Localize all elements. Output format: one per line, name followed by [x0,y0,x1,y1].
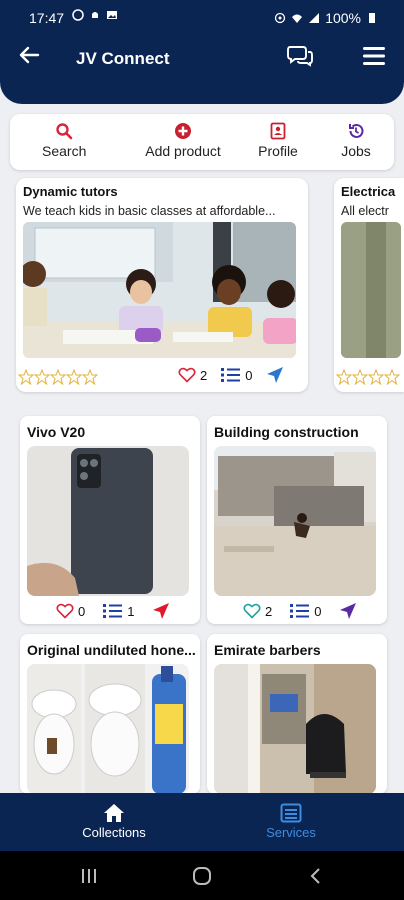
star-icon[interactable] [352,369,368,385]
send-icon[interactable] [266,366,284,384]
product-card[interactable]: Building construction 2 0 [207,416,387,624]
notification-icon [92,12,98,18]
app-bar: JV Connect [0,38,404,80]
featured-card-image [341,222,401,358]
heart-icon[interactable] [56,603,74,619]
nav-collections[interactable]: Collections [59,803,169,840]
toilet-cleaner-photo [27,664,189,794]
product-card[interactable]: Original undiluted hone... [20,634,200,794]
image-icon [107,11,117,19]
whatsapp-icon [72,9,84,21]
search-action-label: Search [42,143,87,159]
notification-icons [72,9,118,21]
featured-card-description: All electr [341,204,389,218]
star-icon[interactable] [82,369,98,385]
star-rating[interactable] [18,369,98,385]
jobs-action[interactable]: Jobs [328,122,384,159]
product-card-title: Emirate barbers [214,642,321,658]
app-title: JV Connect [76,49,170,68]
bottom-navigation: Collections Services [0,793,404,851]
product-card-image [214,664,376,794]
featured-card-metrics: 2 0 [178,366,284,384]
profile-action-label: Profile [258,143,298,159]
product-card[interactable]: Emirate barbers [207,634,387,794]
comments-list-icon[interactable] [103,603,123,619]
featured-card[interactable]: Electrica All electr [334,178,404,392]
send-icon[interactable] [152,602,170,620]
star-icon[interactable] [336,369,352,385]
product-card[interactable]: Vivo V20 0 1 [20,416,200,624]
classroom-photo [23,222,296,358]
chat-icon[interactable] [286,44,314,68]
jobs-action-label: Jobs [341,143,371,159]
construction-photo [214,446,376,596]
star-rating[interactable] [336,369,400,385]
list-icon [280,803,302,823]
status-bar: 17:47 100% [0,0,404,34]
star-icon[interactable] [34,369,50,385]
back-arrow-icon[interactable] [18,44,40,66]
likes-count: 2 [200,367,208,383]
comments-count: 0 [245,367,253,383]
nav-collections-label: Collections [82,825,146,840]
comments-count: 1 [127,603,135,619]
heart-icon[interactable] [243,603,261,619]
status-time: 17:47 [29,10,65,26]
product-card-title: Vivo V20 [27,424,86,440]
add-product-action-label: Add product [145,143,221,159]
comments-list-icon[interactable] [221,367,241,383]
quick-actions-bar: Search Add product Profile Jobs [10,114,394,170]
star-icon[interactable] [66,369,82,385]
barber-shop-photo [214,664,376,794]
featured-card-title: Dynamic tutors [23,184,118,199]
featured-card-description: We teach kids in basic classes at afford… [23,204,276,218]
electrical-photo [341,222,401,358]
star-icon[interactable] [18,369,34,385]
history-icon [349,123,364,138]
profile-action[interactable]: Profile [246,122,310,159]
product-card-image [27,664,189,794]
star-icon[interactable] [368,369,384,385]
app-header: 17:47 100% JV Connect [0,0,404,104]
home-button-icon[interactable] [192,866,212,886]
add-circle-icon [175,123,191,139]
add-product-action[interactable]: Add product [128,122,238,159]
likes-count: 0 [78,603,86,619]
heart-icon[interactable] [178,367,196,383]
signal-icon [309,13,320,23]
nav-services-label: Services [266,825,316,840]
comments-list-icon[interactable] [290,603,310,619]
send-icon[interactable] [339,602,357,620]
product-card-metrics: 0 1 [56,602,170,620]
featured-card-image [23,222,296,358]
product-card-image [214,446,376,596]
product-card-image [27,446,189,596]
product-card-title: Original undiluted hone... [27,642,196,658]
star-icon[interactable] [50,369,66,385]
search-action[interactable]: Search [42,122,86,159]
system-navigation-bar [0,851,404,900]
product-card-title: Building construction [214,424,359,440]
comments-count: 0 [314,603,322,619]
phone-photo [27,446,189,596]
product-card-metrics: 2 0 [243,602,357,620]
nav-services[interactable]: Services [236,803,346,840]
home-icon [104,804,124,822]
profile-card-icon [270,122,286,140]
hamburger-menu-icon[interactable] [363,47,385,65]
likes-count: 2 [265,603,273,619]
battery-icon [369,13,375,23]
featured-card[interactable]: Dynamic tutors We teach kids in basic cl… [16,178,308,392]
hotspot-icon [275,12,286,24]
back-button-icon[interactable] [306,866,326,886]
star-icon[interactable] [384,369,400,385]
featured-card-title: Electrica [341,184,396,199]
battery-percent: 100% [325,10,361,26]
system-status-icons: 100% [274,10,378,26]
wifi-icon [292,14,303,23]
recent-apps-icon[interactable] [79,866,99,886]
search-icon [56,123,73,140]
